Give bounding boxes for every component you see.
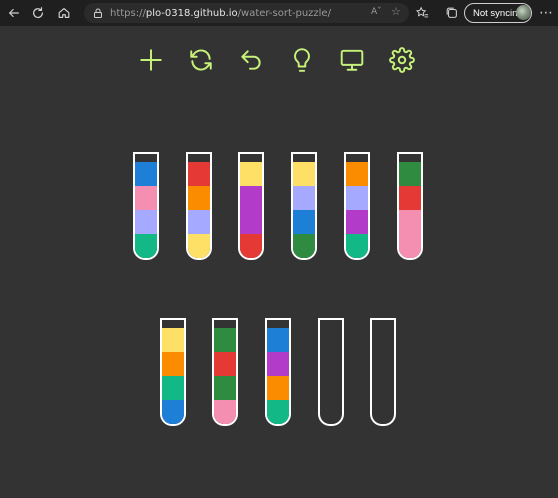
liquid-layer-lavender xyxy=(346,186,368,210)
liquid-layer-teal xyxy=(135,234,157,258)
liquid-layer-red xyxy=(240,234,262,258)
liquid-layer-purple xyxy=(240,210,262,234)
liquid-layer-pink xyxy=(214,400,236,424)
tube-7[interactable] xyxy=(160,318,186,426)
tube-9[interactable] xyxy=(265,318,291,426)
liquid-layer-lavender xyxy=(188,210,210,234)
tube-2[interactable] xyxy=(186,152,212,260)
liquid-layer-yellow xyxy=(188,234,210,258)
tube-4[interactable] xyxy=(291,152,317,260)
liquid-layer-green xyxy=(214,376,236,400)
liquid-layer-teal xyxy=(162,376,184,400)
tube-5[interactable] xyxy=(344,152,370,260)
liquid-layer-green xyxy=(293,234,315,258)
liquid-layer-blue xyxy=(135,162,157,186)
liquid-layer-lavender xyxy=(135,210,157,234)
tube-3[interactable] xyxy=(238,152,264,260)
liquid-layer-purple xyxy=(346,210,368,234)
game-board xyxy=(0,0,558,498)
liquid-layer-red xyxy=(188,162,210,186)
liquid-layer-yellow xyxy=(162,328,184,352)
tube-1[interactable] xyxy=(133,152,159,260)
tube-6[interactable] xyxy=(397,152,423,260)
liquid-layer-yellow xyxy=(293,162,315,186)
liquid-layer-yellow xyxy=(240,162,262,186)
liquid-layer-orange xyxy=(188,186,210,210)
liquid-layer-pink xyxy=(399,234,421,258)
liquid-layer-blue xyxy=(267,328,289,352)
liquid-layer-pink xyxy=(399,210,421,234)
liquid-layer-teal xyxy=(267,400,289,424)
liquid-layer-orange xyxy=(346,162,368,186)
tube-11[interactable] xyxy=(370,318,396,426)
liquid-layer-purple xyxy=(267,352,289,376)
liquid-layer-orange xyxy=(267,376,289,400)
liquid-layer-lavender xyxy=(293,186,315,210)
liquid-layer-green xyxy=(214,328,236,352)
liquid-layer-orange xyxy=(162,352,184,376)
liquid-layer-purple xyxy=(240,186,262,210)
liquid-layer-teal xyxy=(346,234,368,258)
tube-8[interactable] xyxy=(212,318,238,426)
liquid-layer-blue xyxy=(293,210,315,234)
tube-10[interactable] xyxy=(318,318,344,426)
liquid-layer-green xyxy=(399,162,421,186)
liquid-layer-pink xyxy=(135,186,157,210)
liquid-layer-red xyxy=(214,352,236,376)
liquid-layer-red xyxy=(399,186,421,210)
liquid-layer-blue xyxy=(162,400,184,424)
